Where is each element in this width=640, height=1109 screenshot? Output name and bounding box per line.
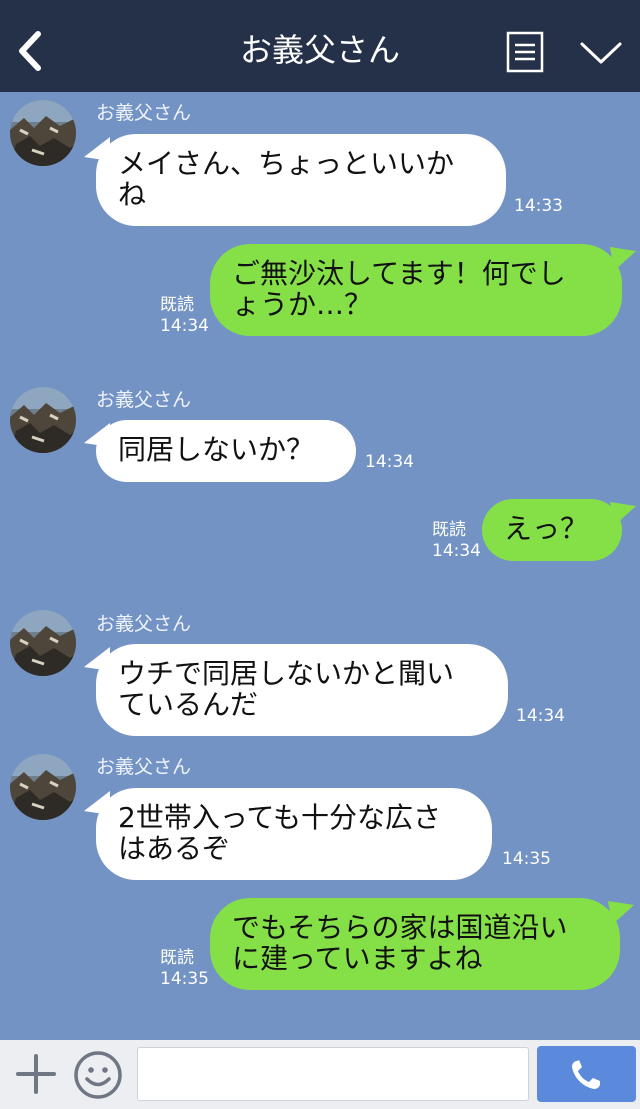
sender-name: お義父さん (96, 756, 192, 778)
message-time: 14:34 (365, 452, 414, 472)
message-text: に建っていますよね (232, 942, 483, 975)
message-time: 14:35 (502, 849, 551, 869)
message-bubble[interactable]: 2世帯入っても十分な広さ はあるぞ (96, 788, 492, 880)
bubble-tail (610, 502, 636, 526)
message-bubble[interactable]: 同居しないか？ (96, 420, 356, 482)
message-time: 14:34 (516, 706, 565, 726)
message-time: 14:35 (160, 969, 209, 989)
sender-name: お義父さん (96, 613, 192, 635)
chevron-down-icon[interactable] (578, 38, 624, 68)
message-text: ているんだ (118, 688, 259, 721)
message-text: メイさん、ちょっといいか (118, 147, 455, 180)
avatar[interactable] (10, 100, 76, 166)
call-button[interactable] (537, 1046, 636, 1102)
chat-title: お義父さん (239, 31, 400, 69)
sender-name: お義父さん (96, 389, 192, 411)
message-text: ね (118, 178, 147, 211)
message-text: ウチで同居しないかと聞い (118, 657, 455, 690)
read-label: 既読 (160, 295, 194, 315)
message-text: 2世帯入っても十分な広さ (118, 801, 442, 834)
chat-header: お義父さん (0, 0, 640, 92)
avatar[interactable] (10, 387, 76, 453)
message-text: ご無沙汰してます！何でし (232, 257, 566, 290)
sender-name: お義父さん (96, 102, 192, 124)
smile-icon[interactable] (72, 1049, 124, 1101)
read-receipt: 既読 14:35 (160, 948, 209, 990)
message-text: でもそちらの家は国道沿い (232, 911, 568, 944)
message-text: ょうか…？ (232, 288, 373, 321)
bubble-tail (610, 247, 636, 271)
bubble-tail (608, 901, 634, 925)
message-time: 14:33 (514, 196, 563, 216)
message-text: はあるぞ (118, 832, 231, 865)
message-bubble[interactable]: ご無沙汰してます！何でし ょうか…？ (210, 244, 622, 336)
message-text: えっ？ (504, 512, 589, 545)
avatar[interactable] (10, 610, 76, 676)
message-time: 14:34 (160, 316, 209, 336)
message-input[interactable] (137, 1047, 529, 1101)
message-bubble[interactable]: ウチで同居しないかと聞い ているんだ (96, 644, 508, 736)
notes-icon[interactable] (506, 31, 544, 73)
read-receipt: 既読 14:34 (160, 295, 209, 337)
message-text: 同居しないか？ (118, 433, 315, 466)
message-bubble[interactable]: えっ？ (482, 499, 622, 561)
read-label: 既読 (432, 520, 466, 540)
read-receipt: 既読 14:34 (432, 520, 481, 562)
phone-icon (572, 1060, 600, 1089)
read-label: 既読 (160, 948, 194, 968)
message-bubble[interactable]: メイさん、ちょっといいか ね (96, 134, 506, 226)
plus-icon[interactable] (14, 1052, 58, 1096)
avatar[interactable] (10, 754, 76, 820)
message-bubble[interactable]: でもそちらの家は国道沿い に建っていますよね (210, 898, 620, 990)
message-composer (0, 1040, 640, 1109)
message-time: 14:34 (432, 541, 481, 561)
